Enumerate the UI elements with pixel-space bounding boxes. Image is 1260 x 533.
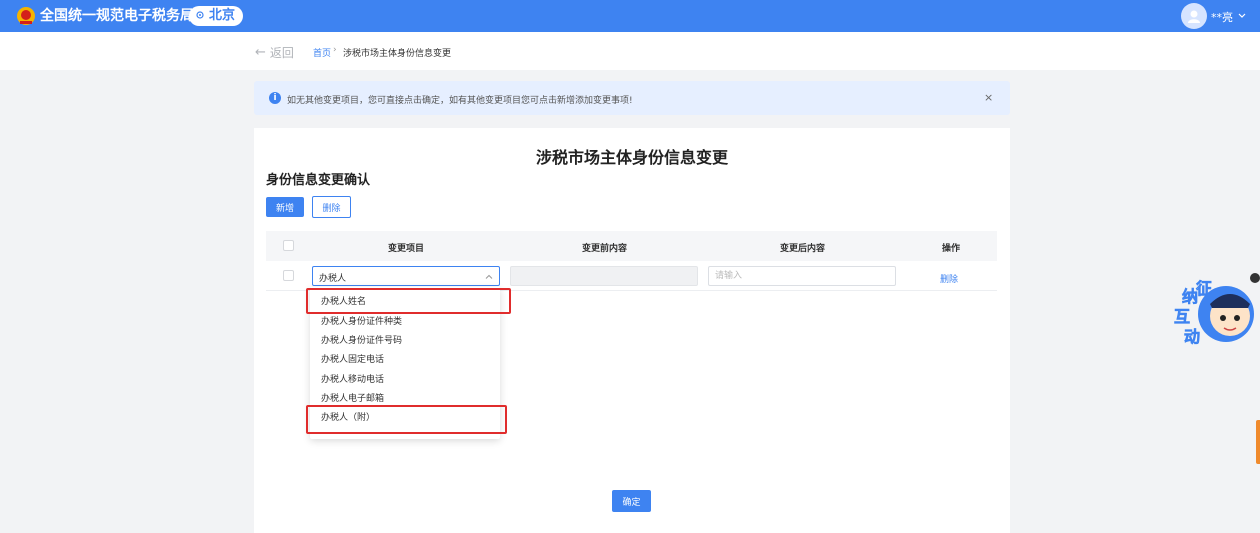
highlight-box xyxy=(306,288,511,314)
breadcrumb-home[interactable]: 首页 xyxy=(313,46,331,59)
section-title: 身份信息变更确认 xyxy=(266,173,371,188)
region-name: 北京 xyxy=(209,8,236,23)
widget-char: 互 xyxy=(1174,307,1190,326)
breadcrumb-separator: › xyxy=(333,45,337,55)
breadcrumb-bar: ← 返回 首页 › 涉税市场主体身份信息变更 xyxy=(0,32,1260,70)
top-bar: 全国统一规范电子税务局 北京 **亮 xyxy=(0,0,1260,32)
row-checkbox[interactable] xyxy=(283,270,294,281)
after-content-input[interactable] xyxy=(708,266,896,286)
region-selector[interactable]: 北京 xyxy=(189,6,243,26)
widget-char: 动 xyxy=(1184,327,1200,346)
select-all-checkbox[interactable] xyxy=(283,240,294,251)
widget-char: 征 xyxy=(1196,279,1212,298)
tax-emblem-icon xyxy=(17,7,35,25)
user-name[interactable]: **亮 xyxy=(1211,9,1233,25)
location-pin-icon xyxy=(196,11,204,19)
chevron-down-icon[interactable] xyxy=(1237,10,1247,20)
dropdown-option[interactable]: 办税人固定电话 xyxy=(310,351,500,370)
side-edge-tab[interactable] xyxy=(1256,420,1260,464)
change-item-value: 办税人 xyxy=(319,274,347,284)
add-button[interactable]: 新增 xyxy=(266,197,304,217)
breadcrumb-current: 涉税市场主体身份信息变更 xyxy=(343,49,452,59)
row-delete-link[interactable]: 删除 xyxy=(940,272,958,285)
dropdown-option[interactable]: 办税人移动电话 xyxy=(310,371,500,390)
confirm-button[interactable]: 确定 xyxy=(612,490,651,512)
info-icon: i xyxy=(269,92,281,104)
dropdown-option[interactable]: 办税人身份证件号码 xyxy=(310,332,500,351)
header-before-content: 变更前内容 xyxy=(582,244,628,254)
chevron-up-icon xyxy=(485,274,493,279)
arrow-left-icon: ← xyxy=(255,45,266,60)
back-button[interactable]: ← 返回 xyxy=(255,44,294,61)
assistant-widget[interactable]: 纳 征 互 动 xyxy=(1170,276,1260,356)
page-title: 涉税市场主体身份信息变更 xyxy=(535,148,728,167)
before-content-field xyxy=(510,266,698,286)
user-avatar[interactable] xyxy=(1181,3,1207,29)
notice-close-button[interactable]: × xyxy=(984,91,993,104)
info-notice: i 如无其他变更项目，您可直接点击确定，如有其他变更项目您可点击新增添加变更事项… xyxy=(254,81,1010,115)
dropdown-option[interactable]: 办税人身份证件种类 xyxy=(310,313,500,332)
table-header: 变更项目 变更前内容 变更后内容 操作 xyxy=(266,231,997,261)
back-label: 返回 xyxy=(269,46,294,60)
header-after-content: 变更后内容 xyxy=(780,244,826,254)
highlight-box xyxy=(306,405,507,434)
app-title: 全国统一规范电子税务局 xyxy=(40,8,194,24)
header-action: 操作 xyxy=(942,244,961,254)
delete-button[interactable]: 删除 xyxy=(312,196,351,218)
notice-text: 如无其他变更项目，您可直接点击确定，如有其他变更项目您可点击新增添加变更事项! xyxy=(287,96,633,106)
change-item-select[interactable]: 办税人 xyxy=(312,266,500,286)
user-icon xyxy=(1188,10,1200,23)
widget-close-icon[interactable] xyxy=(1250,273,1260,283)
header-change-item: 变更项目 xyxy=(388,244,425,254)
